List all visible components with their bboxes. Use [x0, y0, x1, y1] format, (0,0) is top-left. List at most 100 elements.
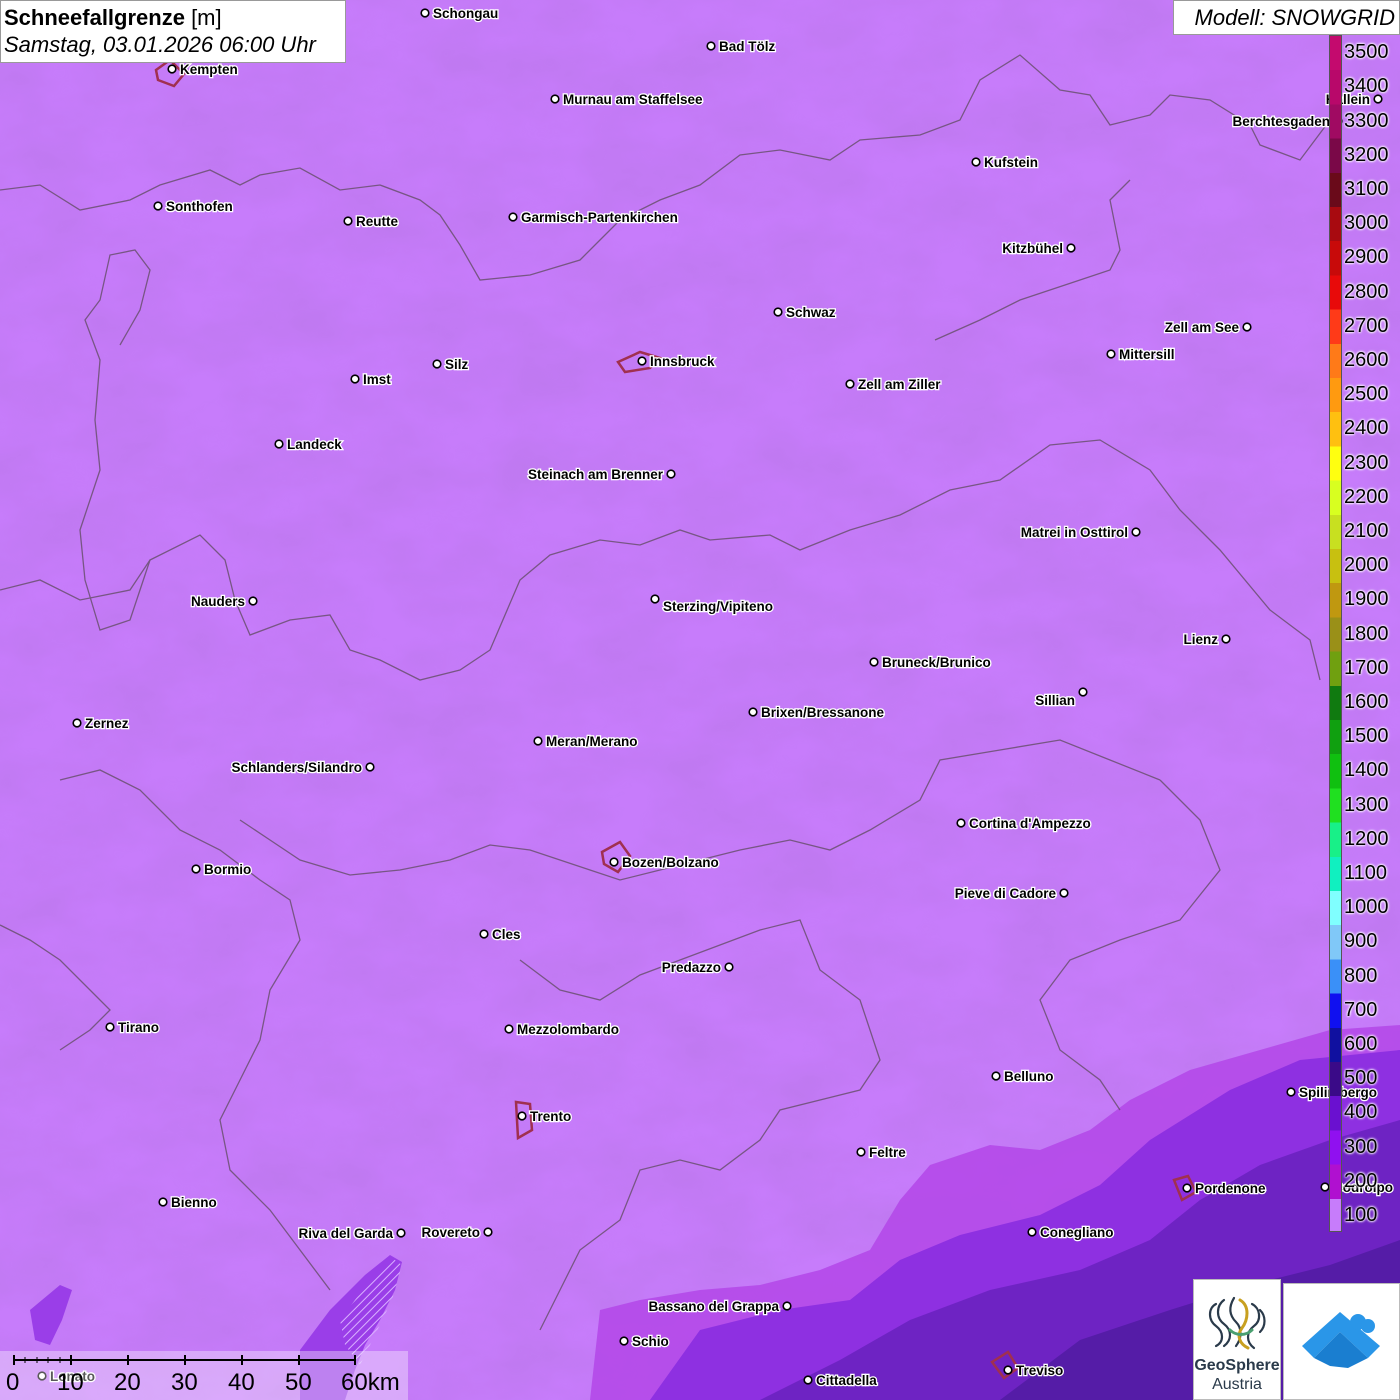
place-label: Imst — [363, 372, 391, 387]
legend-label-1000: 1000 — [1344, 896, 1389, 919]
place-marker-icon — [533, 736, 543, 746]
place-label: Bruneck/Brunico — [882, 655, 991, 670]
legend-label-2400: 2400 — [1344, 417, 1389, 440]
place-label: Sillian — [1035, 693, 1075, 708]
scale-label-60km: 60km — [341, 1369, 400, 1396]
place-marker-icon — [956, 818, 966, 828]
legend-label-3000: 3000 — [1344, 212, 1389, 235]
place-marker-icon — [1078, 687, 1088, 697]
place-label: Pieve di Cadore — [955, 886, 1057, 901]
place-label: Bormio — [204, 862, 251, 877]
legend-label-1800: 1800 — [1344, 622, 1389, 645]
place-label: Landeck — [287, 437, 342, 452]
legend-label-800: 800 — [1344, 964, 1378, 987]
place-berchtesgaden: Berchtesgaden — [1231, 113, 1343, 130]
place-label: Belluno — [1004, 1069, 1054, 1084]
place-bruneck-brunico: Bruneck/Brunico — [869, 654, 992, 671]
place-label: Murnau am Staffelsee — [563, 92, 703, 107]
cloud-logo — [1283, 1283, 1400, 1400]
place-matrei-in-osttirol: Matrei in Osttirol — [1019, 524, 1141, 541]
place-marker-icon — [483, 1227, 493, 1237]
legend-label-3400: 3400 — [1344, 75, 1389, 98]
place-label: Kufstein — [984, 155, 1038, 170]
map-title-unit: [m] — [184, 5, 222, 30]
map-datetime: Samstag, 03.01.2026 06:00 Uhr — [4, 32, 316, 57]
place-marker-icon — [479, 929, 489, 939]
place-garmisch-partenkirchen: Garmisch-Partenkirchen — [508, 209, 679, 226]
place-label: Garmisch-Partenkirchen — [521, 210, 678, 225]
cloud-logo-icon — [1302, 1312, 1380, 1368]
color-legend-bar — [1329, 35, 1342, 1232]
legend-label-2600: 2600 — [1344, 348, 1389, 371]
place-label: Zell am Ziller — [858, 377, 941, 392]
place-label: Feltre — [869, 1145, 906, 1160]
place-marker-icon — [158, 1197, 168, 1207]
place-label: Innsbruck — [650, 354, 715, 369]
place-marker-icon — [153, 201, 163, 211]
place-label: Cles — [492, 927, 521, 942]
place-marker-icon — [1182, 1183, 1192, 1193]
place-marker-icon — [504, 1024, 514, 1034]
place-label: Tirano — [118, 1020, 159, 1035]
legend-label-1100: 1100 — [1344, 861, 1388, 884]
scale-label-40: 40 — [228, 1369, 255, 1396]
place-marker-icon — [420, 8, 430, 18]
place-label: Matrei in Osttirol — [1021, 525, 1128, 540]
legend-label-900: 900 — [1344, 930, 1378, 953]
place-label: Silz — [445, 357, 469, 372]
legend-label-200: 200 — [1344, 1169, 1378, 1192]
place-riva-del-garda: Riva del Garda — [297, 1225, 406, 1242]
place-label: Rovereto — [421, 1225, 480, 1240]
place-zell-am-see: Zell am See — [1163, 319, 1252, 336]
place-marker-icon — [971, 157, 981, 167]
place-mezzolombardo: Mezzolombardo — [504, 1021, 620, 1038]
legend-label-1900: 1900 — [1344, 588, 1389, 611]
legend-label-500: 500 — [1344, 1067, 1378, 1090]
geosphere-logo-line1: GeoSphere — [1194, 1357, 1280, 1374]
place-marker-icon — [72, 718, 82, 728]
place-label: Schio — [632, 1334, 669, 1349]
legend-label-2200: 2200 — [1344, 485, 1389, 508]
legend-label-3300: 3300 — [1344, 109, 1389, 132]
place-marker-icon — [803, 1375, 813, 1385]
place-sonthofen: Sonthofen — [153, 198, 234, 215]
place-marker-icon — [856, 1147, 866, 1157]
place-murnau-am-staffelsee: Murnau am Staffelsee — [550, 91, 704, 108]
legend-label-1700: 1700 — [1344, 656, 1389, 679]
place-label: Mittersill — [1119, 347, 1175, 362]
title-box: Schneefallgrenze [m] Samstag, 03.01.2026… — [0, 0, 346, 63]
place-marker-icon — [343, 216, 353, 226]
place-label: Predazzo — [662, 960, 721, 975]
place-label: Schongau — [433, 6, 498, 21]
place-label: Berchtesgaden — [1232, 114, 1330, 129]
legend-label-300: 300 — [1344, 1135, 1378, 1158]
scale-label-50: 50 — [285, 1369, 312, 1396]
place-label: Bassano del Grappa — [648, 1299, 779, 1314]
place-marker-icon — [1059, 888, 1069, 898]
place-label: Cortina d'Ampezzo — [969, 816, 1091, 831]
place-marker-icon — [1131, 527, 1141, 537]
place-label: Kempten — [180, 62, 238, 77]
place-meran-merano: Meran/Merano — [533, 733, 639, 750]
legend-label-2700: 2700 — [1344, 314, 1389, 337]
place-marker-icon — [508, 212, 518, 222]
place-label: Zernez — [85, 716, 129, 731]
geosphere-logo-line2: Austria — [1212, 1376, 1262, 1393]
place-marker-icon — [650, 594, 660, 604]
legend-label-600: 600 — [1344, 1032, 1378, 1055]
legend-label-400: 400 — [1344, 1101, 1378, 1124]
place-steinach-am-brenner: Steinach am Brenner — [527, 466, 676, 483]
place-marker-icon — [1003, 1365, 1013, 1375]
place-label: Mezzolombardo — [517, 1022, 619, 1037]
place-label: Bienno — [171, 1195, 217, 1210]
place-label: Cittadella — [816, 1373, 877, 1388]
place-label: Riva del Garda — [298, 1226, 393, 1241]
place-pieve-di-cadore: Pieve di Cadore — [953, 885, 1069, 902]
place-sterzing-vipiteno: Sterzing/Vipiteno — [650, 594, 774, 615]
legend-label-2000: 2000 — [1344, 554, 1389, 577]
map-canvas: Schongau Bad Tölz Kempten Murnau am Staffel… — [0, 0, 1400, 1400]
place-marker-icon — [773, 307, 783, 317]
legend-label-1600: 1600 — [1344, 690, 1389, 713]
place-label: Bad Tölz — [719, 39, 775, 54]
place-marker-icon — [609, 857, 619, 867]
